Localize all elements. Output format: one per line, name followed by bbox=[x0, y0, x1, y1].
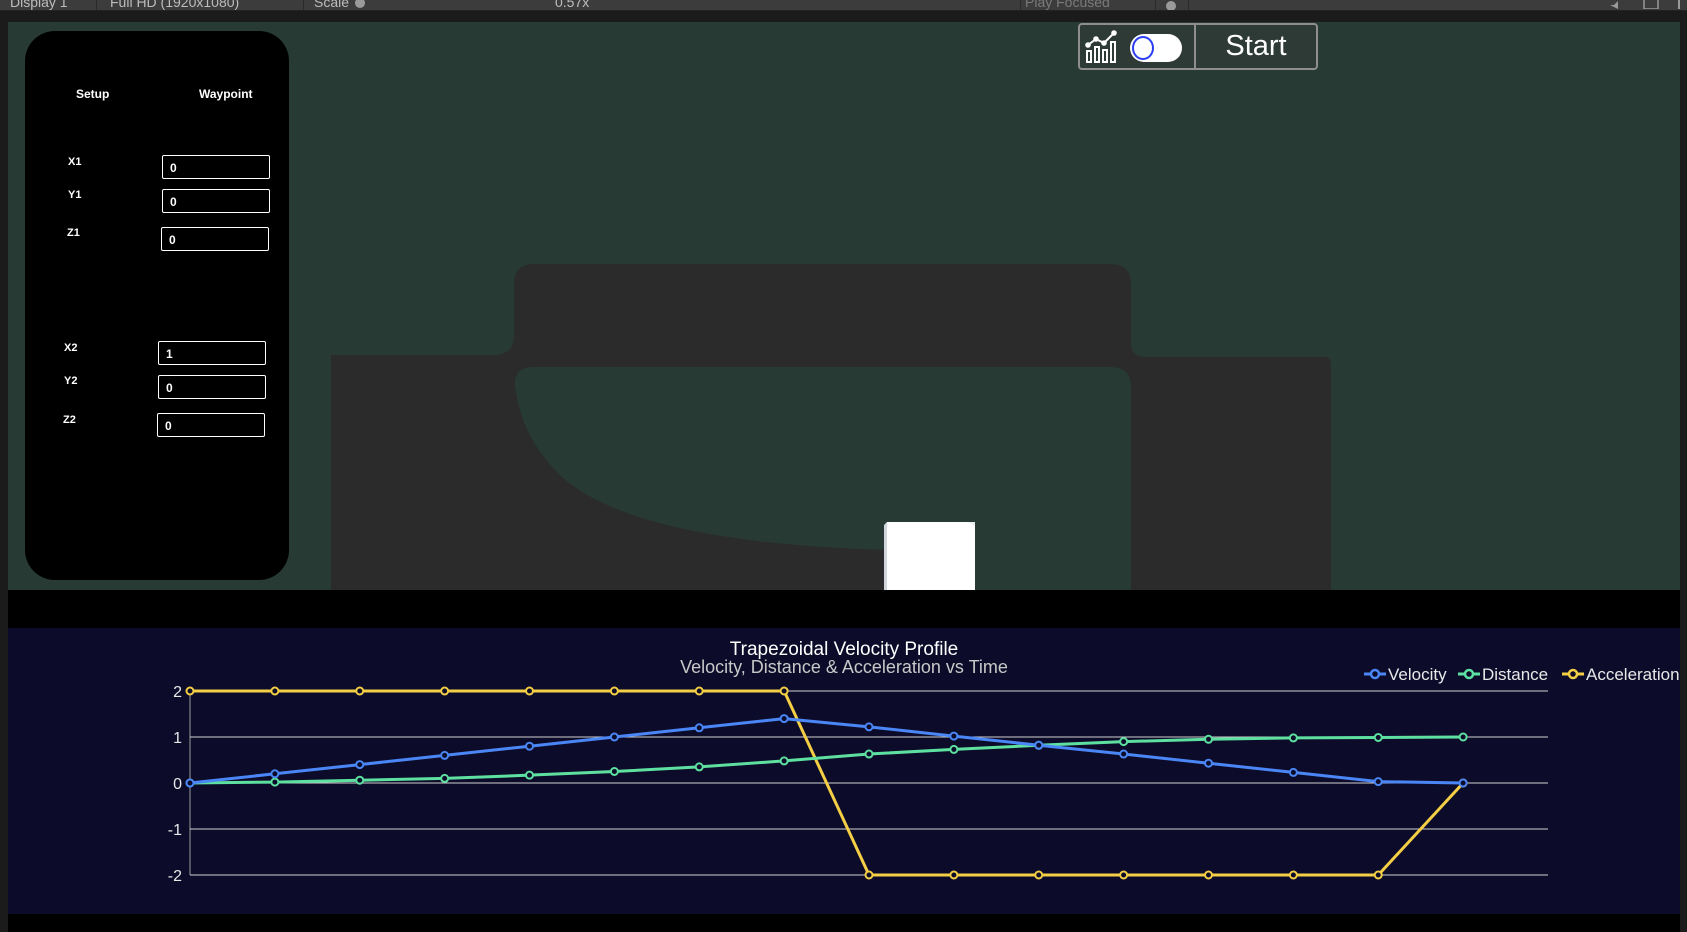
scale-label-text: Scale bbox=[314, 0, 350, 10]
chart-toggle-switch[interactable] bbox=[1130, 34, 1182, 62]
start-button[interactable]: Start bbox=[1196, 25, 1316, 68]
z1-label: Z1 bbox=[67, 227, 80, 239]
resolution-dropdown[interactable]: Full HD (1920x1080) bbox=[110, 0, 239, 10]
toolbar-divider bbox=[303, 0, 304, 10]
y1-label: Y1 bbox=[68, 189, 82, 201]
x2-label: X2 bbox=[64, 342, 78, 354]
setup-header: Setup bbox=[76, 87, 110, 101]
control-group: Start bbox=[1078, 23, 1318, 70]
y1-input[interactable] bbox=[162, 189, 270, 213]
audio-icon[interactable] bbox=[1608, 0, 1622, 10]
bug-icon[interactable] bbox=[1163, 0, 1179, 10]
toolbar-divider bbox=[96, 0, 97, 10]
x1-input[interactable] bbox=[162, 155, 270, 179]
toolbar-divider bbox=[1155, 0, 1156, 10]
more-icon[interactable] bbox=[1676, 0, 1686, 10]
scale-label: Scale bbox=[314, 0, 366, 10]
toolbar-divider bbox=[1020, 0, 1021, 10]
waypoint-header: Waypoint bbox=[199, 87, 253, 101]
maximize-icon[interactable] bbox=[1643, 0, 1659, 10]
toggle-knob bbox=[1132, 36, 1154, 60]
setup-panel: Setup Waypoint X1 Y1 Z1 X2 Y2 Z2 bbox=[25, 31, 289, 580]
chart-footer-strip bbox=[8, 914, 1680, 932]
scale-value: 0.57x bbox=[555, 0, 590, 10]
x1-label: X1 bbox=[68, 156, 82, 168]
y2-input[interactable] bbox=[158, 375, 266, 399]
display-dropdown[interactable]: Display 1 bbox=[10, 0, 68, 10]
chart-panel bbox=[8, 628, 1680, 914]
editor-toolbar: Display 1 Full HD (1920x1080) Scale 0.57… bbox=[0, 0, 1687, 11]
z2-input[interactable] bbox=[157, 413, 265, 437]
chart-header-strip bbox=[8, 590, 1680, 628]
x2-input[interactable] bbox=[158, 341, 266, 365]
toolbar-divider bbox=[1188, 0, 1189, 10]
chart-icon[interactable] bbox=[1084, 29, 1122, 65]
play-mode-dropdown[interactable]: Play Focused bbox=[1025, 0, 1110, 10]
z1-input[interactable] bbox=[161, 227, 269, 251]
z2-label: Z2 bbox=[63, 414, 76, 426]
scale-slider-handle[interactable] bbox=[355, 0, 366, 9]
y2-label: Y2 bbox=[64, 375, 78, 387]
